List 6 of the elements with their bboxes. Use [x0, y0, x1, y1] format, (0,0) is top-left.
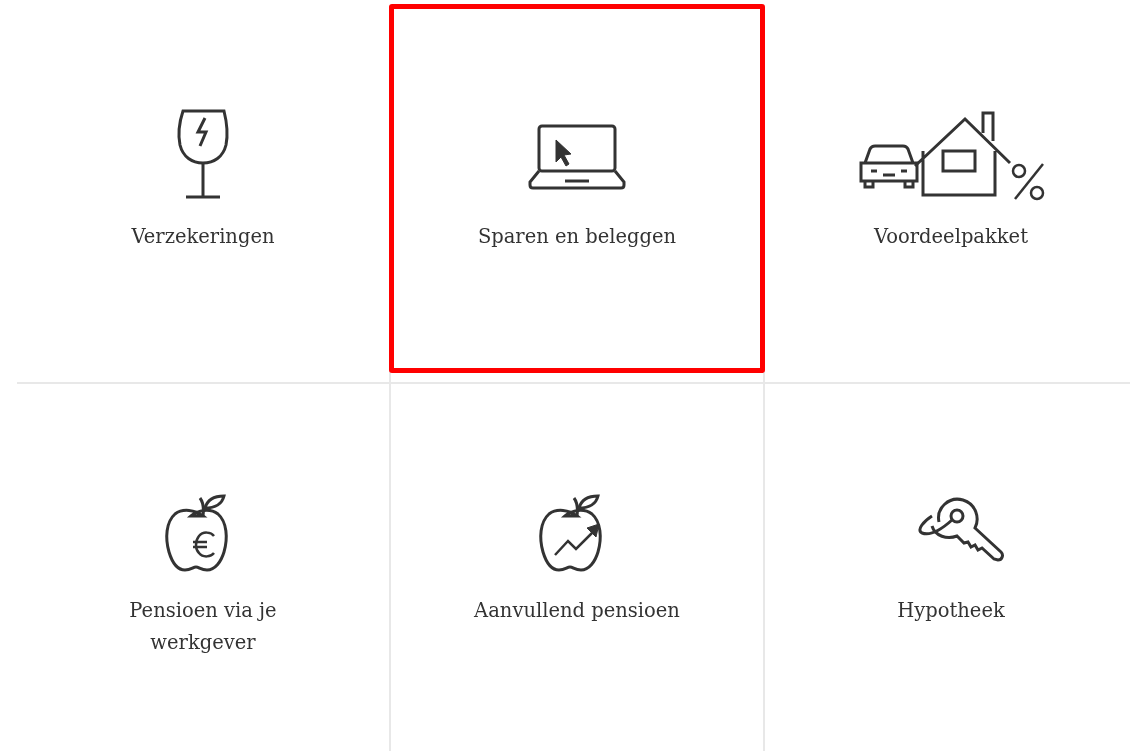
tile-label[interactable]: Voordeelpakket [874, 221, 1028, 253]
tile-label[interactable]: Aanvullend pensioen [474, 595, 680, 627]
tile-label[interactable]: Hypotheek [897, 595, 1005, 627]
tile-label[interactable]: Sparen en beleggen [477, 221, 677, 253]
tile-label[interactable]: Pensioen via je werkgever [98, 595, 308, 659]
tile-label[interactable]: Verzekeringen [131, 221, 275, 253]
